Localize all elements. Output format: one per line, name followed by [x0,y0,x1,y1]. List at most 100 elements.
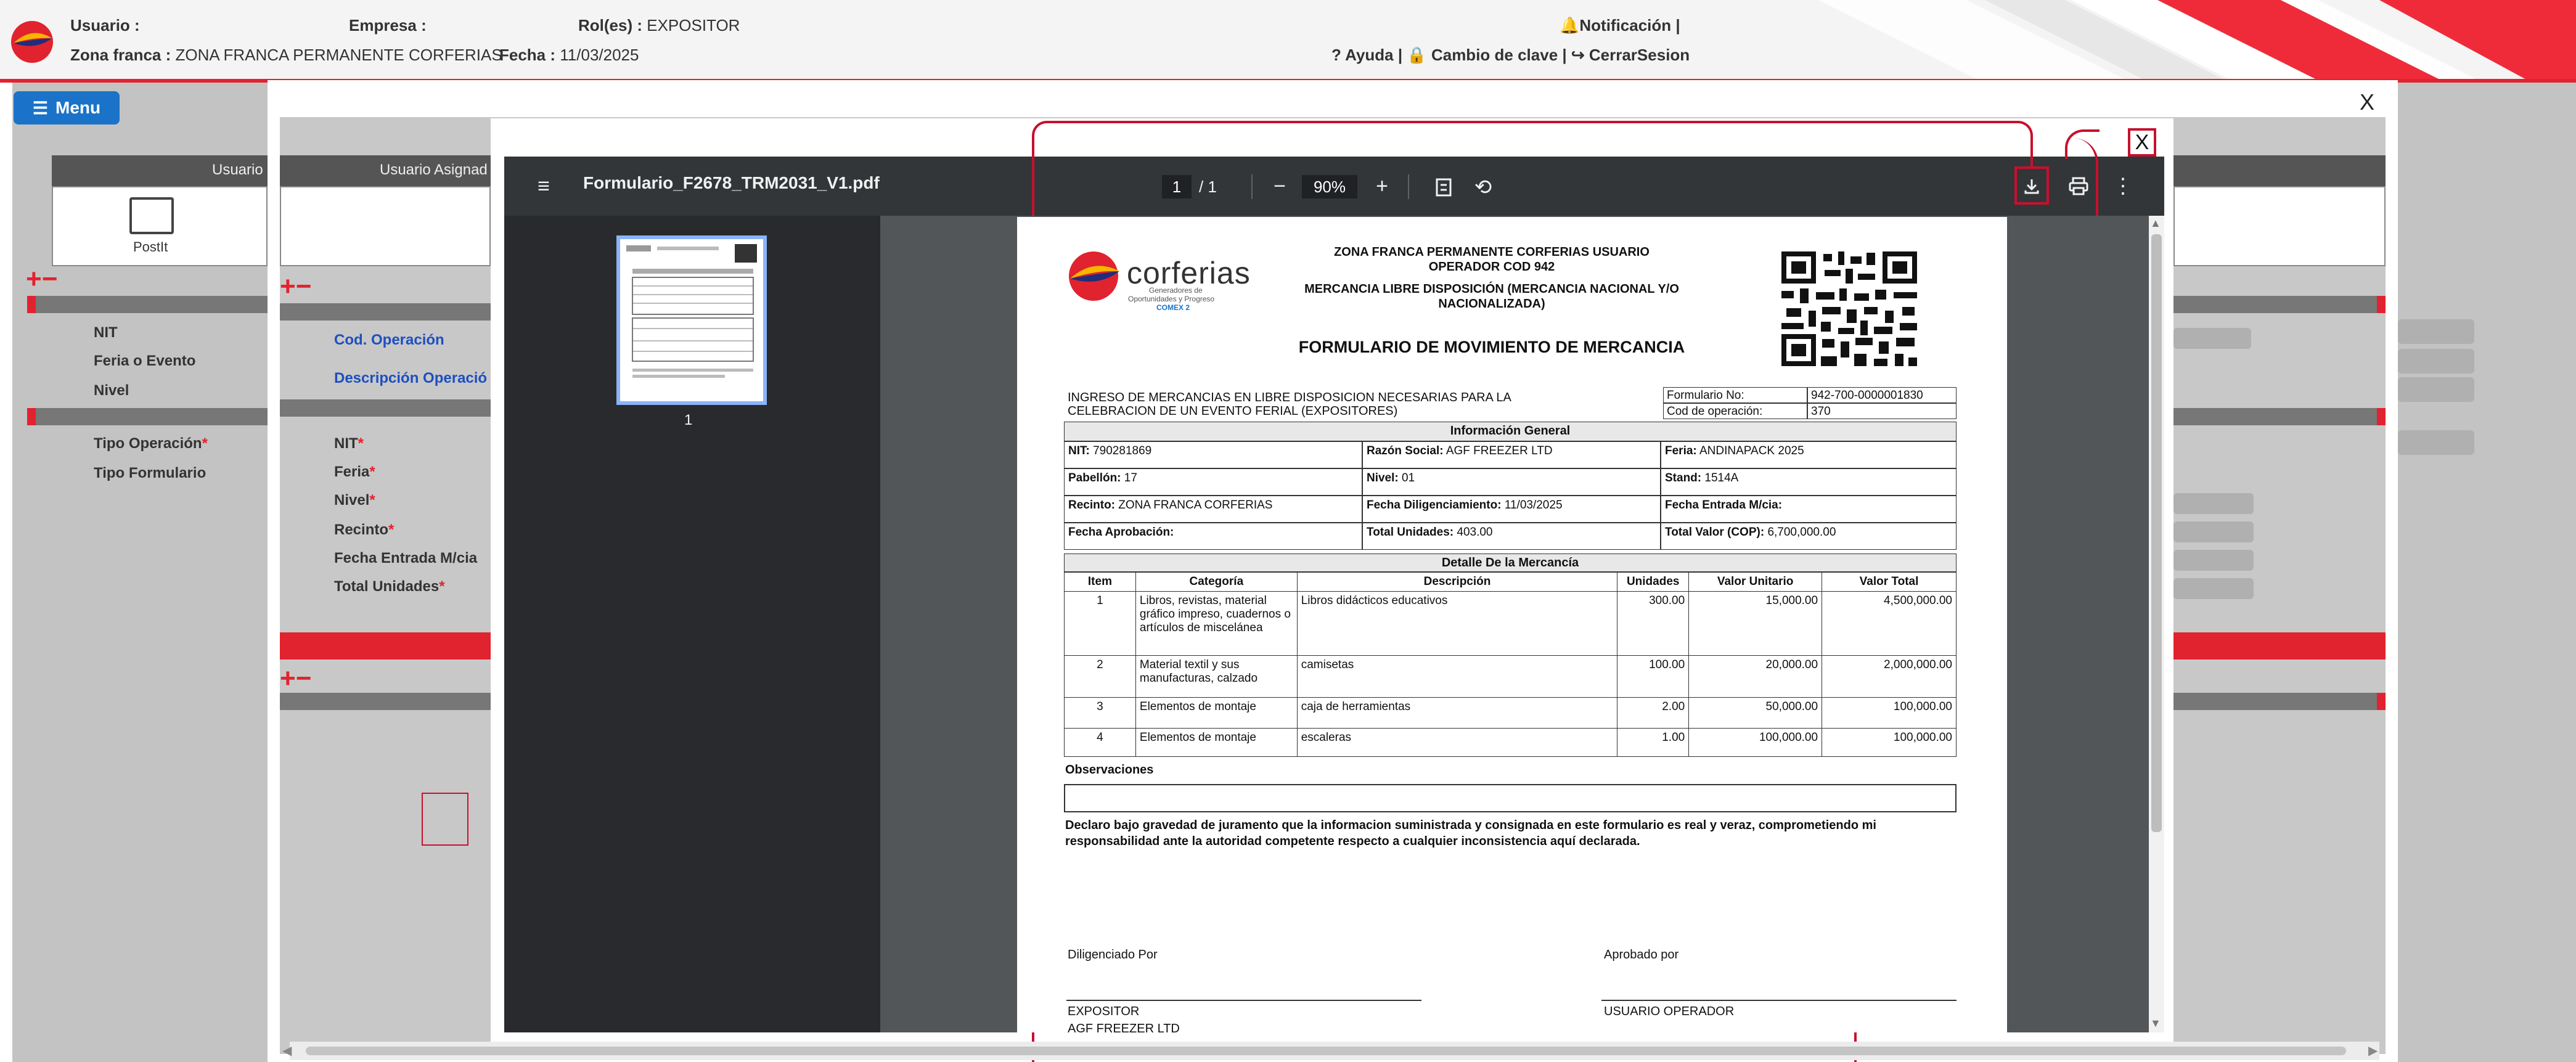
stand-cell: Stand: 1514A [1661,468,1957,496]
scroll-up-icon[interactable]: ▲ [2150,217,2161,230]
zoom-out-icon[interactable]: − [1266,173,1293,200]
outer-field-2[interactable] [2398,349,2474,374]
modal-expand-icon-2[interactable]: +− [280,663,311,694]
ingreso-line-2: CELEBRACION DE UN EVENTO FERIAL (EXPOSIT… [1068,404,1398,418]
right-section-bar [2173,296,2386,313]
expand-collapse-icon[interactable]: +− [26,264,57,295]
pdf-page: corferias Generadores de Oportunidades y… [1017,217,2007,1032]
bell-icon: 🔔 [1560,16,1580,35]
right-field-3[interactable] [2173,521,2254,542]
total-unidades-value: 403.00 [1457,526,1493,539]
zoom-in-icon[interactable]: + [1368,173,1396,200]
pabellon-value: 17 [1124,472,1137,484]
nit-cell: NIT: 790281869 [1064,441,1362,468]
detalle-header: Detalle De la Mercancía [1064,553,1957,572]
more-options-icon[interactable]: ⋮ [2111,173,2135,200]
info-general-header: Información General [1064,422,1957,441]
formulario-label: Formulario No: [1663,387,1807,403]
right-field-2[interactable] [2173,493,2254,514]
fecha-entrada-cell: Fecha Entrada M/cia: [1661,496,1957,523]
pdf-scroll-thumb[interactable] [2151,234,2162,832]
fecha-dil-cell: Fecha Diligenciamiento: 11/03/2025 [1362,496,1661,523]
signature-line-right [1601,1000,1957,1001]
stand-value: 1514A [1704,472,1739,484]
outer-field-3[interactable] [2398,377,2474,402]
diligenciado-label: Diligenciado Por [1068,948,1158,962]
col-categoria: Categoría [1135,572,1298,592]
modal-section-bar-2 [280,399,491,417]
ingreso-line-1: INGRESO DE MERCANCIAS EN LIBRE DISPOSICI… [1068,391,1511,404]
scroll-down-icon[interactable]: ▼ [2150,1017,2161,1030]
table-row: 1 Libros, revistas, material gráfico imp… [1064,591,1957,656]
col-unidades: Unidades [1617,572,1690,592]
desc-operacion-label: Descripción Operació [334,370,488,386]
right-field-5[interactable] [2173,578,2254,599]
doc-header-3: MERCANCIA LIBRE DISPOSICIÓN (MERCANCIA N… [1304,282,1679,296]
postit-icon[interactable] [129,197,174,234]
observaciones-box [1064,784,1957,812]
header-links[interactable]: ? Ayuda | 🔒 Cambio de clave | ↪ CerrarSe… [1331,46,1690,65]
total-unidades-cell: Total Unidades: 403.00 [1362,523,1661,550]
nivel-value: 01 [1402,472,1415,484]
postit-label: PostIt [133,239,168,255]
logo-sub3: COMEX 2 [1156,303,1190,312]
col-valor-total: Valor Total [1822,572,1957,592]
modal-close-button[interactable]: X [2355,89,2379,116]
thumbnail-page-number: 1 [684,412,693,428]
rotate-icon[interactable]: ⟲ [1470,174,1497,201]
menu-button[interactable]: ☰ Menu [14,91,120,125]
aprobado-label: Aprobado por [1604,948,1679,962]
highlight-box [422,793,468,846]
outer-field-4[interactable] [2398,430,2474,455]
agf-label: AGF FREEZER LTD [1068,1022,1180,1032]
roles-label: Rol(es) : EXPOSITOR [578,16,740,35]
fit-page-icon[interactable] [1430,174,1457,201]
usuario-label: Usuario : [70,16,140,35]
empresa-label: Empresa : [349,16,427,35]
notificacion-link[interactable]: 🔔Notificación | [1560,16,1680,35]
zona-franca-value: ZONA FRANCA PERMANENTE CORFERIAS [175,46,502,64]
razon-cell: Razón Social: AGF FREEZER LTD [1362,441,1661,468]
viewer-close-button[interactable]: X [2128,128,2156,157]
bg-col-usuario: Usuario [212,161,263,178]
page-number-input[interactable]: 1 [1162,175,1192,198]
col-descripcion: Descripción [1296,572,1618,592]
fecha-dil-value: 11/03/2025 [1504,499,1563,512]
right-table-header [2173,155,2386,186]
table-row: 3 Elementos de montaje caja de herramien… [1064,697,1957,729]
scroll-right-icon[interactable]: ▶ [2368,1043,2378,1058]
pabellon-cell: Pabellón: 17 [1064,468,1362,496]
outer-field-1[interactable] [2398,319,2474,344]
doc-header-1: ZONA FRANCA PERMANENTE CORFERIAS USUARIO [1334,245,1650,259]
zoom-level-input[interactable]: 90% [1302,175,1357,198]
fecha-value: 11/03/2025 [560,46,639,64]
logo-sub2: Oportunidades y Progreso [1128,295,1215,303]
expositor-label: EXPOSITOR [1068,1005,1140,1018]
total-valor-value: 6,700,000.00 [1767,526,1836,539]
header-decoration [1818,0,2576,80]
usuario-operador-label: USUARIO OPERADOR [1604,1005,1735,1018]
signature-line-left [1066,1000,1421,1001]
codop-value: 370 [1807,403,1957,419]
right-field[interactable] [2173,328,2251,349]
declaro-line-1: Declaro bajo gravedad de juramento que l… [1065,819,1876,832]
col-item: Item [1064,572,1136,592]
nivel-cell: Nivel: 01 [1362,468,1661,496]
page-thumbnail[interactable] [616,235,767,405]
table-row: 4 Elementos de montaje escaleras 1.00 10… [1064,728,1957,757]
modal-expand-icon[interactable]: +− [280,271,311,302]
fecha-label: Fecha : 11/03/2025 [499,46,639,64]
recinto-value: ZONA FRANCA CORFERIAS [1118,499,1273,512]
total-valor-cell: Total Valor (COP): 6,700,000.00 [1661,523,1957,550]
feria-cell: Feria: ANDINAPACK 2025 [1661,441,1957,468]
bg-tipo-formulario-label: Tipo Formulario [94,465,206,481]
zona-franca-label: Zona franca : ZONA FRANCA PERMANENTE COR… [70,46,502,64]
form-nivel-label: Nivel [334,492,375,509]
form-fecha-entrada-label: Fecha Entrada M/cia [334,550,478,566]
modal-horizontal-scroll-thumb[interactable] [306,1047,2346,1055]
scroll-left-icon[interactable]: ◀ [282,1043,292,1058]
hamburger-menu-icon[interactable]: ≡ [530,171,557,201]
qr-code [1781,251,1917,366]
top-header: Usuario : Empresa : Rol(es) : EXPOSITOR … [0,0,2576,80]
right-field-4[interactable] [2173,550,2254,571]
